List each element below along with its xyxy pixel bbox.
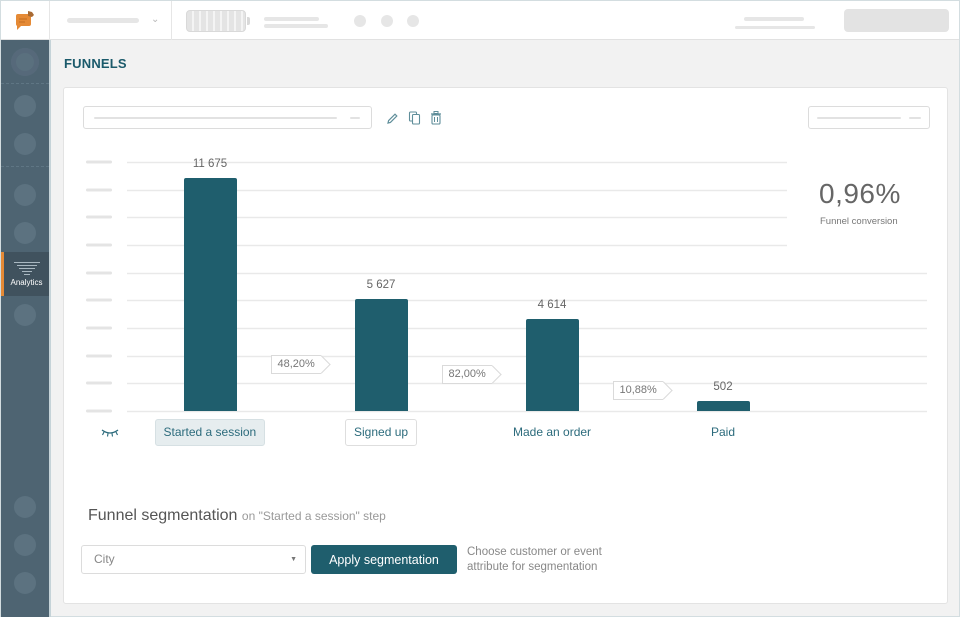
placeholder-icon	[14, 534, 36, 556]
y-tick-placeholder	[86, 298, 112, 302]
sidebar: Analytics	[1, 40, 51, 617]
y-tick-placeholder	[86, 188, 112, 192]
chevron-down-icon: ⌄	[151, 14, 160, 25]
placeholder-icon	[11, 47, 39, 76]
placeholder-icon	[14, 133, 36, 155]
y-tick-placeholder	[86, 160, 112, 164]
step-conversion-tag: 48,20%	[270, 354, 321, 374]
status-dot[interactable]	[381, 15, 393, 27]
sidebar-item[interactable]	[1, 296, 49, 334]
funnel-bar[interactable]	[525, 319, 579, 411]
sidebar-group: Analytics	[1, 167, 49, 334]
placeholder-icon	[14, 496, 36, 518]
apply-segmentation-button[interactable]: Apply segmentation	[311, 545, 457, 574]
funnel-conversion-label: Funnel conversion	[820, 216, 898, 227]
funnel-bar[interactable]	[354, 298, 408, 411]
y-tick-placeholder	[86, 243, 112, 247]
page-title: FUNNELS	[64, 56, 127, 71]
y-tick-placeholder	[86, 381, 112, 385]
segmentation-attribute-select[interactable]: City ▼	[81, 545, 306, 574]
sidebar-item[interactable]	[1, 87, 49, 125]
segmentation-subtitle: on "Started a session" step	[241, 509, 386, 523]
step-conversion-value: 10,88%	[619, 384, 657, 396]
bar-value-label: 11 675	[192, 158, 228, 171]
app-logo-icon	[15, 10, 34, 30]
placeholder-icon	[14, 304, 36, 326]
step-conversion-value: 82,00%	[448, 368, 486, 381]
sidebar-item[interactable]	[1, 214, 49, 252]
sidebar-item[interactable]	[1, 125, 49, 163]
y-tick-placeholder	[86, 326, 112, 330]
usage-meter	[186, 10, 250, 32]
step-conversion-tag: 82,00%	[441, 365, 492, 385]
funnel-bar[interactable]	[696, 401, 750, 411]
project-select[interactable]: ⌄	[50, 1, 172, 40]
sidebar-group	[1, 40, 49, 84]
sidebar-item[interactable]	[1, 564, 49, 602]
text-placeholder	[264, 24, 328, 28]
funnel-step-label[interactable]: Made an order	[504, 419, 600, 446]
funnel-chart: 11 675 Started a session 5 627 Signed up 4 6…	[64, 88, 949, 605]
step-conversion-tag: 10,88%	[612, 381, 663, 400]
y-tick-placeholder	[86, 271, 112, 275]
sidebar-group	[1, 84, 49, 167]
sidebar-item[interactable]	[1, 176, 49, 214]
bar-value-label: 4 614	[537, 299, 567, 312]
status-dot[interactable]	[407, 15, 419, 27]
funnel-step-label[interactable]: Signed up	[345, 419, 418, 446]
sidebar-item[interactable]	[1, 488, 49, 526]
project-name-placeholder	[67, 18, 139, 23]
funnel-conversion-value: 0,96%	[819, 178, 901, 209]
placeholder-icon	[14, 95, 36, 117]
top-action-button[interactable]	[844, 9, 949, 32]
user-email-placeholder	[735, 26, 815, 29]
funnel-icon	[13, 261, 40, 275]
user-name-placeholder	[744, 17, 804, 21]
bar-value-label: 502	[713, 381, 733, 393]
select-value: City	[94, 552, 115, 566]
funnel-bar[interactable]	[183, 178, 237, 411]
eye-closed-icon[interactable]	[101, 428, 119, 438]
placeholder-icon	[14, 222, 36, 244]
status-dot[interactable]	[354, 15, 366, 27]
placeholder-icon	[14, 184, 36, 206]
placeholder-icon	[14, 572, 36, 594]
text-placeholder	[264, 17, 319, 21]
funnel-step-label[interactable]: Paid	[702, 419, 744, 446]
sidebar-bottom-group	[1, 488, 49, 602]
sidebar-item-home[interactable]	[1, 40, 49, 83]
top-bar: ⌄	[1, 1, 959, 40]
y-tick-placeholder	[86, 409, 112, 413]
bar-value-label: 5 627	[366, 278, 396, 291]
funnel-step-label[interactable]: Started a session	[154, 419, 266, 446]
step-conversion-value: 48,20%	[277, 357, 315, 370]
segmentation-title: Funnel segmentation on "Started a sessio…	[88, 507, 386, 525]
sidebar-item-analytics[interactable]: Analytics	[1, 252, 49, 296]
sidebar-item-label: Analytics	[10, 277, 43, 287]
segmentation-title-text: Funnel segmentation	[88, 507, 238, 524]
sidebar-item[interactable]	[1, 526, 49, 564]
caret-down-icon: ▼	[290, 556, 297, 563]
logo[interactable]	[1, 1, 50, 40]
segmentation-hint: Choose customer or event attribute for s…	[467, 546, 602, 573]
y-tick-placeholder	[86, 215, 112, 219]
app-window: ⌄ Analytics FUNNELS 11 675 Started a ses…	[0, 0, 960, 617]
y-tick-placeholder	[86, 354, 112, 358]
funnel-card: 11 675 Started a session 5 627 Signed up 4 6…	[63, 87, 948, 604]
